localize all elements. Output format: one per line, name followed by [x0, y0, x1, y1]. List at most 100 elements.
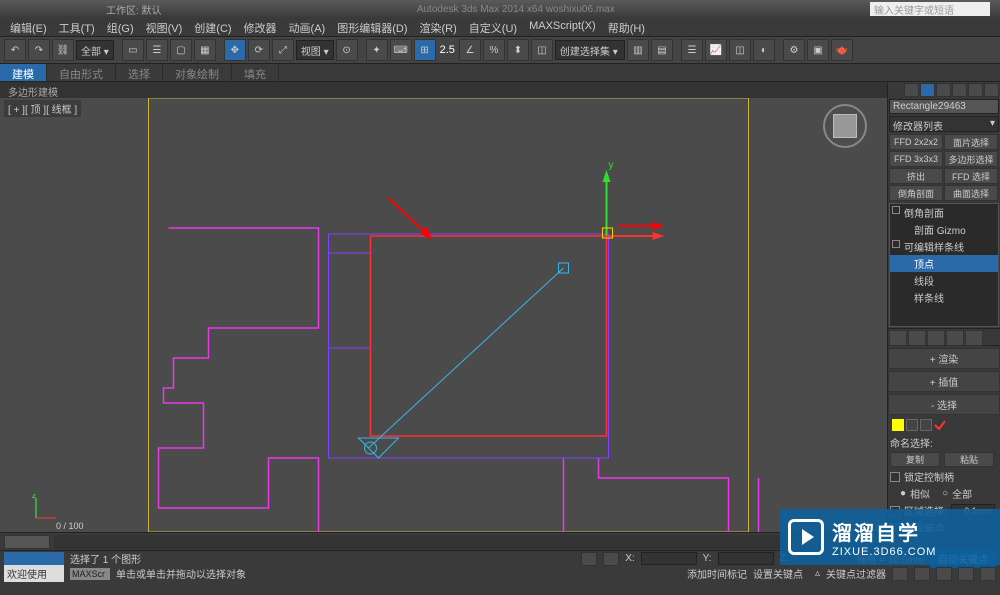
viewcube[interactable]	[823, 104, 867, 148]
menu-edit[interactable]: 编辑(E)	[4, 18, 53, 36]
menu-group[interactable]: 组(G)	[101, 18, 140, 36]
coord-y-field[interactable]	[718, 552, 774, 565]
lock-selection-icon[interactable]	[581, 552, 597, 566]
mod-btn-bevelprof[interactable]: 倒角剖面	[889, 185, 943, 201]
hierarchy-tab-icon[interactable]	[936, 83, 951, 97]
modify-tab-icon[interactable]	[920, 83, 935, 97]
remove-mod-icon[interactable]	[946, 330, 964, 346]
isolate-icon[interactable]	[603, 552, 619, 566]
render-setup-icon[interactable]: ⚙	[783, 39, 805, 61]
menu-grapheditors[interactable]: 图形编辑器(D)	[331, 18, 413, 36]
mod-btn-ffd2[interactable]: FFD 2x2x2	[889, 134, 943, 150]
stack-spline[interactable]: 样条线	[890, 289, 998, 306]
menu-view[interactable]: 视图(V)	[140, 18, 189, 36]
snap-toggle-icon[interactable]: ⊞	[414, 39, 436, 61]
search-input[interactable]: 输入关键字或短语	[870, 2, 990, 16]
manipulate-icon[interactable]: ✦	[366, 39, 388, 61]
render-frame-icon[interactable]: ▣	[807, 39, 829, 61]
modifier-list-dropdown[interactable]: 修改器列表▾	[889, 116, 999, 132]
percent-snap-icon[interactable]: %	[483, 39, 505, 61]
edged-faces-icon[interactable]: ◫	[531, 39, 553, 61]
copy-button[interactable]: 复制	[890, 452, 940, 467]
move-icon[interactable]: ✥	[224, 39, 246, 61]
ribbon-tab-freeform[interactable]: 自由形式	[47, 64, 116, 81]
selection-filter-dropdown[interactable]: 全部 ▾	[76, 40, 114, 60]
goto-start-icon[interactable]	[914, 567, 930, 581]
named-selection-dropdown[interactable]: 创建选择集 ▾	[555, 40, 625, 60]
menu-create[interactable]: 创建(C)	[188, 18, 237, 36]
mod-btn-extrude[interactable]: 挤出	[889, 168, 943, 184]
render-icon[interactable]: 🫖	[831, 39, 853, 61]
rollout-interpolation[interactable]: + 插值	[888, 371, 1000, 392]
keyfilter-button[interactable]: 关键点过滤器	[826, 566, 886, 581]
angle-snap-icon[interactable]: ∠	[459, 39, 481, 61]
stack-segment[interactable]: 线段	[890, 272, 998, 289]
pin-stack-icon[interactable]	[889, 330, 907, 346]
subobj-vertex-icon[interactable]	[892, 419, 904, 431]
mod-btn-ffdsel[interactable]: FFD 选择	[944, 168, 998, 184]
prev-frame-icon[interactable]	[936, 567, 952, 581]
viewport[interactable]: [ + ][ 顶 ][ 线框 ] y	[0, 98, 887, 532]
mod-btn-patchsel[interactable]: 面片选择	[944, 134, 998, 150]
utilities-tab-icon[interactable]	[984, 83, 999, 97]
undo-icon[interactable]: ↶	[4, 39, 26, 61]
mirror-icon[interactable]: ▥	[627, 39, 649, 61]
window-crossing-icon[interactable]: ▦	[194, 39, 216, 61]
menu-customize[interactable]: 自定义(U)	[463, 18, 523, 36]
layer-icon[interactable]: ☰	[681, 39, 703, 61]
refcoord-dropdown[interactable]: 视图 ▾	[296, 40, 334, 60]
redo-icon[interactable]: ↷	[28, 39, 50, 61]
select-icon[interactable]: ▭	[122, 39, 144, 61]
all-radio-label[interactable]: 全部	[952, 486, 972, 501]
align-icon[interactable]: ▤	[651, 39, 673, 61]
workspace-label[interactable]: 工作区: 默认	[106, 2, 162, 17]
menu-tools[interactable]: 工具(T)	[53, 18, 101, 36]
viewport-label[interactable]: [ + ][ 顶 ][ 线框 ]	[4, 100, 81, 117]
schematic-icon[interactable]: ◫	[729, 39, 751, 61]
link-icon[interactable]: ⛓	[52, 39, 74, 61]
menu-animation[interactable]: 动画(A)	[283, 18, 332, 36]
spinner-snap-icon[interactable]: ⬍	[507, 39, 529, 61]
ribbon-tab-modeling[interactable]: 建模	[0, 64, 47, 81]
alike-radio-label[interactable]: 相似	[910, 486, 930, 501]
stack-editable-spline[interactable]: 可编辑样条线	[890, 238, 998, 255]
select-region-icon[interactable]: ▢	[170, 39, 192, 61]
display-tab-icon[interactable]	[968, 83, 983, 97]
time-slider-handle[interactable]	[4, 535, 50, 549]
ribbon-tab-objectpaint[interactable]: 对象绘制	[163, 64, 232, 81]
select-name-icon[interactable]: ☰	[146, 39, 168, 61]
next-frame-icon[interactable]	[958, 567, 974, 581]
lock-handles-checkbox[interactable]	[890, 472, 900, 482]
pivot-icon[interactable]: ⊙	[336, 39, 358, 61]
addtime-label[interactable]: 添加时间标记	[687, 566, 747, 581]
curve-editor-icon[interactable]: 📈	[705, 39, 727, 61]
ribbon-tab-selection[interactable]: 选择	[116, 64, 163, 81]
rollout-rendering[interactable]: + 渲染	[888, 348, 1000, 369]
object-name-field[interactable]: Rectangle29463	[889, 99, 999, 114]
menu-maxscript[interactable]: MAXScript(X)	[523, 18, 602, 36]
ribbon-tab-populate[interactable]: 填充	[232, 64, 279, 81]
material-editor-icon[interactable]: ◐	[753, 39, 775, 61]
paste-button[interactable]: 粘贴	[944, 452, 994, 467]
coord-x-field[interactable]	[641, 552, 697, 565]
mod-btn-polysel[interactable]: 多边形选择	[944, 151, 998, 167]
menu-modifiers[interactable]: 修改器	[238, 18, 283, 36]
menu-rendering[interactable]: 渲染(R)	[414, 18, 463, 36]
unique-icon[interactable]	[927, 330, 945, 346]
rotate-icon[interactable]: ⟳	[248, 39, 270, 61]
goto-end-icon[interactable]	[980, 567, 996, 581]
configure-icon[interactable]	[965, 330, 983, 346]
setkey-button[interactable]: 设置关键点	[753, 566, 803, 581]
stack-vertex[interactable]: 顶点	[890, 255, 998, 272]
stack-profile-gizmo[interactable]: 剖面 Gizmo	[890, 221, 998, 238]
motion-tab-icon[interactable]	[952, 83, 967, 97]
scale-icon[interactable]: ⤢	[272, 39, 294, 61]
stack-bevelprofile[interactable]: 倒角剖面	[890, 204, 998, 221]
mod-btn-ffd3[interactable]: FFD 3x3x3	[889, 151, 943, 167]
play-icon[interactable]	[892, 567, 908, 581]
viewport-canvas[interactable]: y	[0, 98, 887, 532]
create-tab-icon[interactable]	[904, 83, 919, 97]
trackbar-key[interactable]	[4, 552, 64, 565]
subobj-spline-icon[interactable]	[920, 419, 932, 431]
subobj-segment-icon[interactable]	[906, 419, 918, 431]
